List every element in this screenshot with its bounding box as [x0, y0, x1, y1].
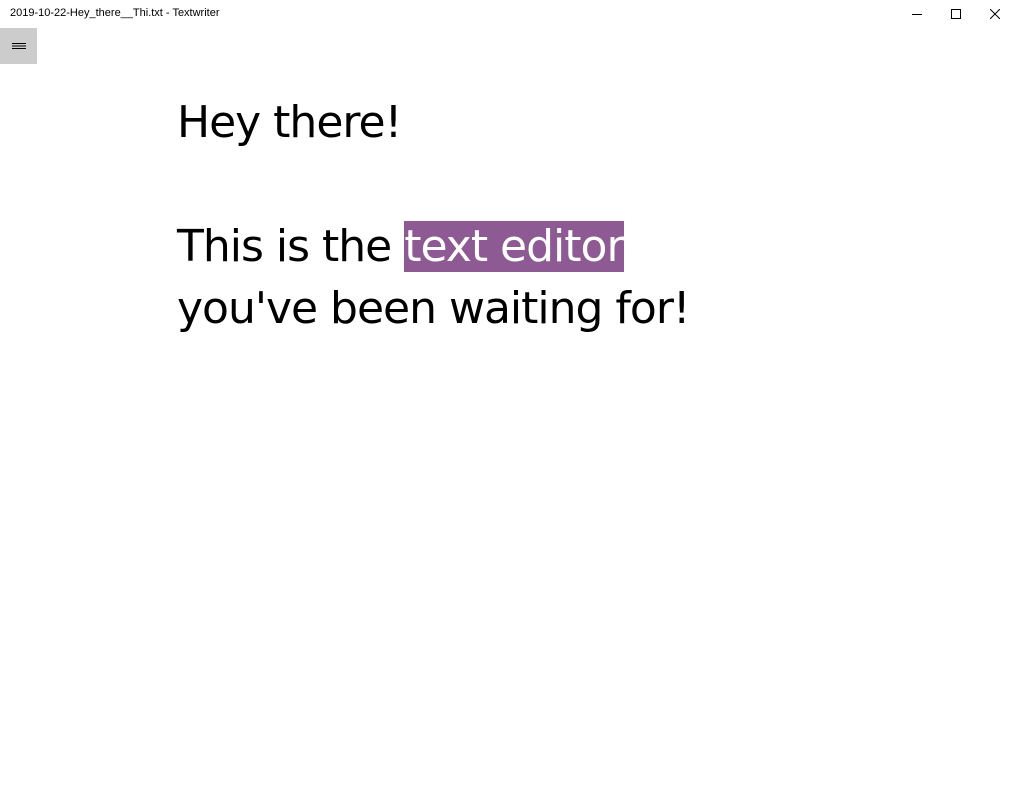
close-button[interactable] [975, 0, 1014, 28]
maximize-button[interactable] [936, 0, 975, 28]
menu-button[interactable] [0, 28, 37, 64]
editor-line-3: This is the text editor [177, 216, 937, 278]
minimize-icon [911, 14, 922, 15]
window-title: 2019-10-22-Hey_there__Thi.txt - Textwrit… [10, 7, 220, 19]
close-icon [989, 9, 1000, 19]
editor-line-4: you've been waiting for! [177, 283, 691, 334]
editor-line-3-text: This is the [177, 221, 405, 272]
maximize-icon [950, 9, 961, 19]
app-window: 2019-10-22-Hey_there__Thi.txt - Textwrit… [0, 0, 1014, 787]
text-editor-area[interactable]: Hey there! This is the text editor you'v… [177, 92, 937, 340]
editor-line-1: Hey there! [177, 97, 402, 148]
hamburger-menu-icon [11, 43, 26, 49]
selected-text: text editor [404, 221, 625, 272]
editor-line-2 [177, 154, 937, 216]
title-bar[interactable]: 2019-10-22-Hey_there__Thi.txt - Textwrit… [0, 0, 1014, 28]
minimize-button[interactable] [897, 0, 936, 28]
